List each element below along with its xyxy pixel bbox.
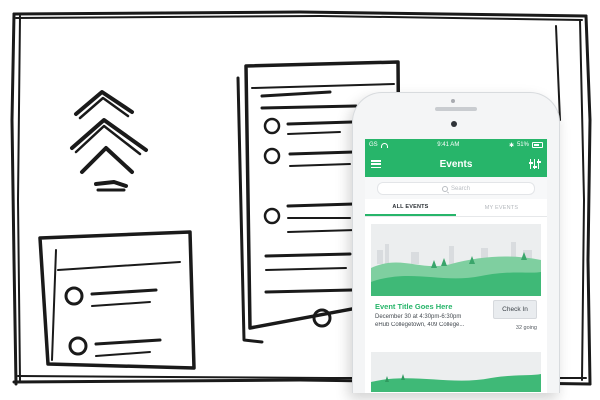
- event-details: Event Title Goes Here December 30 at 4:3…: [371, 296, 541, 346]
- bluetooth-icon: ✱: [508, 142, 514, 149]
- status-time: 9:41 AM: [437, 142, 460, 148]
- carrier-label: GS: [369, 142, 378, 148]
- search-icon: [441, 185, 448, 192]
- sketch-phone-small: [38, 230, 196, 370]
- wifi-icon: [380, 142, 388, 148]
- event-card-next[interactable]: [371, 352, 541, 392]
- search-area: Search: [365, 177, 547, 199]
- going-count: 32 going: [515, 325, 537, 331]
- event-tabs: ALL EVENTS MY EVENTS: [365, 199, 547, 217]
- camera-dot: [451, 99, 455, 103]
- speaker-slot: [435, 107, 477, 111]
- phone-mockup: GS 9:41 AM ✱ 51% Events Search ALL EVENT…: [352, 92, 560, 393]
- battery-icon: [532, 142, 543, 148]
- nav-bar: Events: [365, 151, 547, 177]
- event-location: eHub Collegetown, 409 College...: [375, 322, 465, 328]
- page-title: Events: [439, 158, 473, 170]
- event-card[interactable]: Event Title Goes Here December 30 at 4:3…: [371, 224, 541, 346]
- status-bar: GS 9:41 AM ✱ 51%: [365, 139, 547, 151]
- search-input[interactable]: Search: [377, 182, 535, 195]
- battery-percent: 51%: [516, 142, 529, 148]
- tab-my-events[interactable]: MY EVENTS: [456, 199, 547, 216]
- search-placeholder: Search: [450, 185, 470, 192]
- app-screen: GS 9:41 AM ✱ 51% Events Search ALL EVENT…: [365, 139, 547, 393]
- filter-icon[interactable]: [528, 159, 542, 169]
- tree-doodle: [70, 90, 148, 192]
- tab-all-events[interactable]: ALL EVENTS: [365, 199, 456, 216]
- front-sensor: [451, 121, 457, 127]
- hamburger-menu-icon[interactable]: [371, 160, 381, 169]
- check-in-button[interactable]: Check In: [493, 300, 537, 319]
- event-image: [371, 224, 541, 296]
